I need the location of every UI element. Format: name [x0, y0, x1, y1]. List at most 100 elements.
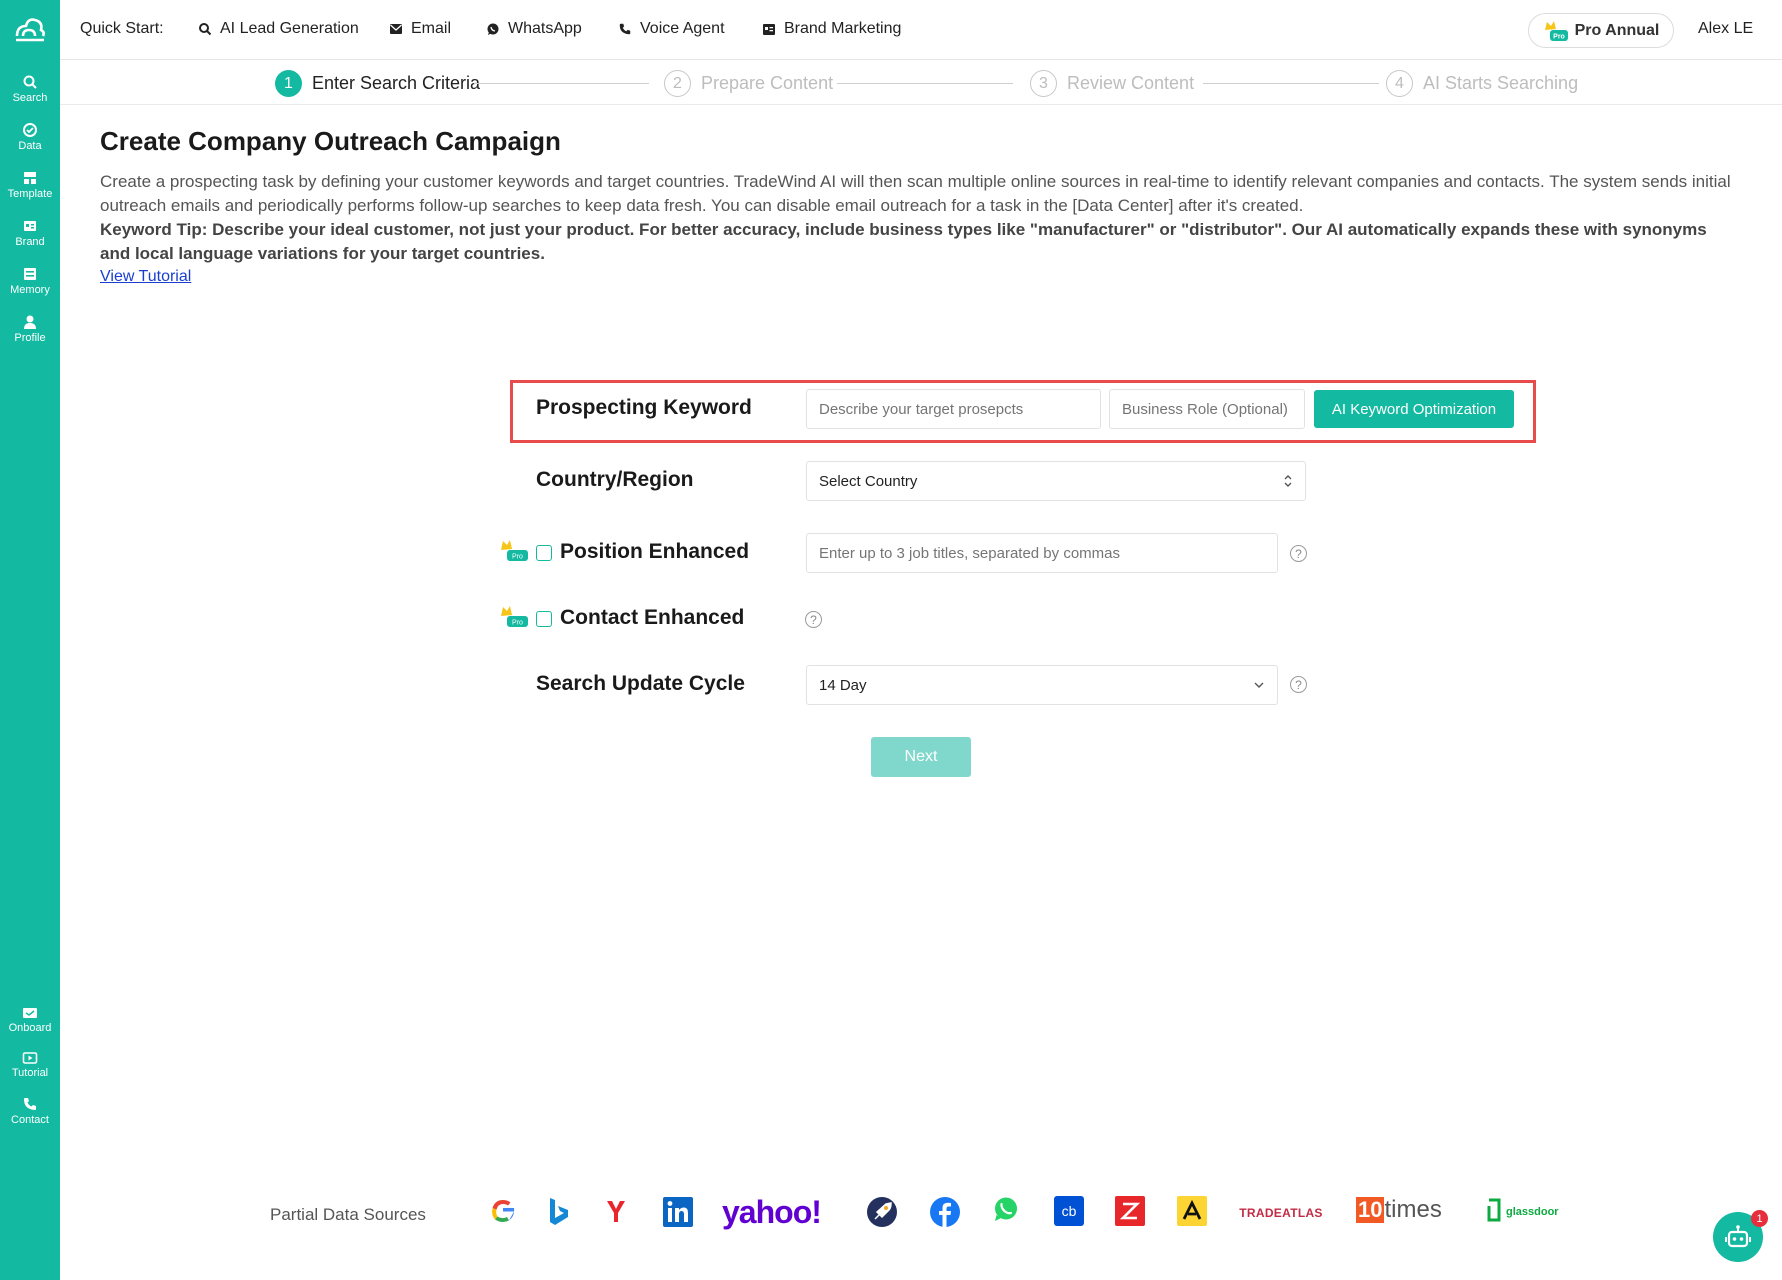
onboard-icon [23, 1008, 37, 1018]
quick-start-label-text: AI Lead Generation [220, 20, 359, 37]
crunchbase-logo-text: cb [1062, 1203, 1077, 1219]
job-titles-input[interactable] [806, 533, 1278, 573]
phone-icon [619, 23, 631, 35]
prospecting-keyword-label: Prospecting Keyword [536, 396, 752, 419]
bing-logo [546, 1196, 572, 1228]
whatsapp-icon [487, 23, 499, 35]
glassdoor-door-icon [1487, 1198, 1501, 1222]
memory-icon [24, 268, 36, 280]
brand-icon [24, 221, 36, 231]
pro-crown-icon: Pro [1544, 20, 1568, 41]
step-1: 1 Enter Search Criteria [275, 70, 480, 97]
country-region-label: Country/Region [536, 468, 694, 491]
view-tutorial-link[interactable]: View Tutorial [100, 268, 191, 286]
tradeatlas-logo: TRADEATLAS [1239, 1198, 1323, 1228]
pro-badge-icon: Pro [501, 540, 528, 561]
keyword-input[interactable] [806, 389, 1101, 429]
sidebar-item-label: Data [18, 140, 42, 152]
step-label: AI Starts Searching [1423, 73, 1579, 93]
pro-badge-text: Pro [1553, 33, 1565, 40]
sidebar-item-label: Onboard [8, 1022, 52, 1034]
chevron-down-icon [1254, 682, 1264, 688]
quick-start-label-text: Voice Agent [640, 20, 725, 37]
step-label: Review Content [1067, 73, 1195, 93]
sidebar-item-contact[interactable]: Contact [0, 1096, 60, 1126]
page-description: Create a prospecting task by defining yo… [100, 170, 1740, 266]
data-icon [23, 123, 37, 137]
profile-icon [24, 315, 36, 329]
contact-enhanced-label: Contact Enhanced [560, 606, 745, 629]
help-icon[interactable]: ? [1290, 676, 1307, 693]
step-4: 4 AI Starts Searching [1386, 70, 1578, 97]
facebook-logo [929, 1196, 961, 1228]
plan-label: Pro Annual [1574, 21, 1660, 39]
step-label: Enter Search Criteria [312, 73, 481, 93]
ai-keyword-optimization-button[interactable]: AI Keyword Optimization [1314, 390, 1514, 428]
pro-badge-text: Pro [512, 554, 523, 561]
country-select[interactable]: Select Country [806, 461, 1306, 501]
step-number: 3 [1030, 70, 1057, 97]
quick-start-label-text: Email [411, 20, 452, 37]
apollo-logo [1177, 1196, 1207, 1226]
business-role-input[interactable] [1109, 389, 1305, 429]
sidebar-item-brand[interactable]: Brand [0, 218, 60, 248]
sidebar-item-memory[interactable]: Memory [0, 266, 60, 296]
glassdoor-logo: glassdoor [1484, 1198, 1559, 1226]
step-number: 1 [275, 70, 302, 97]
step-number: 4 [1386, 70, 1413, 97]
quick-start-brand-marketing[interactable]: Brand Marketing [762, 20, 901, 38]
update-cycle-select[interactable]: 14 Day [806, 665, 1278, 705]
step-connector [837, 83, 1013, 84]
pro-annual-button[interactable]: Pro Pro Annual [1528, 13, 1674, 48]
10times-logo-number: 10 [1356, 1197, 1385, 1223]
quick-start-label-text: WhatsApp [508, 20, 582, 37]
pro-badge-icon: Pro [501, 606, 528, 627]
step-connector [1203, 83, 1379, 84]
update-cycle-value: 14 Day [819, 676, 867, 694]
quick-start-whatsapp[interactable]: WhatsApp [486, 20, 582, 38]
step-2: 2 Prepare Content [664, 70, 833, 97]
zoominfo-logo [1115, 1196, 1145, 1226]
logo-icon[interactable] [13, 14, 47, 44]
position-enhanced-label: Position Enhanced [560, 540, 750, 563]
quick-start-email[interactable]: Email [389, 20, 451, 38]
template-icon [24, 172, 36, 184]
sidebar-item-profile[interactable]: Profile [0, 314, 60, 344]
help-icon[interactable]: ? [1290, 545, 1307, 562]
sidebar-item-data[interactable]: Data [0, 122, 60, 152]
tradeatlas-logo-text: TRADEATLAS [1239, 1206, 1323, 1220]
description-text: Create a prospecting task by defining yo… [100, 172, 1731, 215]
phone-icon [24, 1098, 36, 1110]
stepper: 1 Enter Search Criteria 2 Prepare Conten… [60, 61, 1782, 105]
step-number: 2 [664, 70, 691, 97]
contact-enhanced-checkbox[interactable] [536, 611, 552, 627]
10times-logo-text: times [1384, 1196, 1442, 1223]
10times-logo: 10 times [1356, 1197, 1442, 1223]
step-label: Prepare Content [701, 73, 834, 93]
rocketreach-logo [866, 1196, 898, 1228]
help-icon[interactable]: ? [805, 611, 822, 628]
google-logo [488, 1196, 518, 1226]
sidebar-item-tutorial[interactable]: Tutorial [0, 1051, 60, 1079]
robot-icon [1725, 1225, 1751, 1248]
sidebar-item-label: Memory [10, 284, 50, 296]
search-icon [199, 23, 212, 36]
linkedin-logo [662, 1196, 694, 1228]
sidebar-item-onboard[interactable]: Onboard [0, 1006, 60, 1034]
sidebar-item-search[interactable]: Search [0, 74, 60, 104]
quick-start-voice-agent[interactable]: Voice Agent [618, 20, 725, 38]
sidebar-item-template[interactable]: Template [0, 170, 60, 200]
country-select-value: Select Country [819, 472, 918, 490]
step-3: 3 Review Content [1030, 70, 1194, 97]
quick-start-ai-lead-generation[interactable]: AI Lead Generation [198, 20, 359, 38]
pro-badge-text: Pro [512, 620, 523, 627]
data-sources-label: Partial Data Sources [270, 1205, 426, 1224]
sidebar: Search Data Template Brand Memory Profil… [0, 0, 60, 1280]
user-name[interactable]: Alex LE [1698, 20, 1753, 38]
sidebar-item-label: Template [7, 188, 53, 200]
next-button[interactable]: Next [871, 737, 971, 777]
whatsapp-logo [993, 1196, 1019, 1222]
quick-start-label-text: Brand Marketing [784, 20, 902, 37]
position-enhanced-checkbox[interactable] [536, 545, 552, 561]
page-title: Create Company Outreach Campaign [100, 126, 561, 156]
